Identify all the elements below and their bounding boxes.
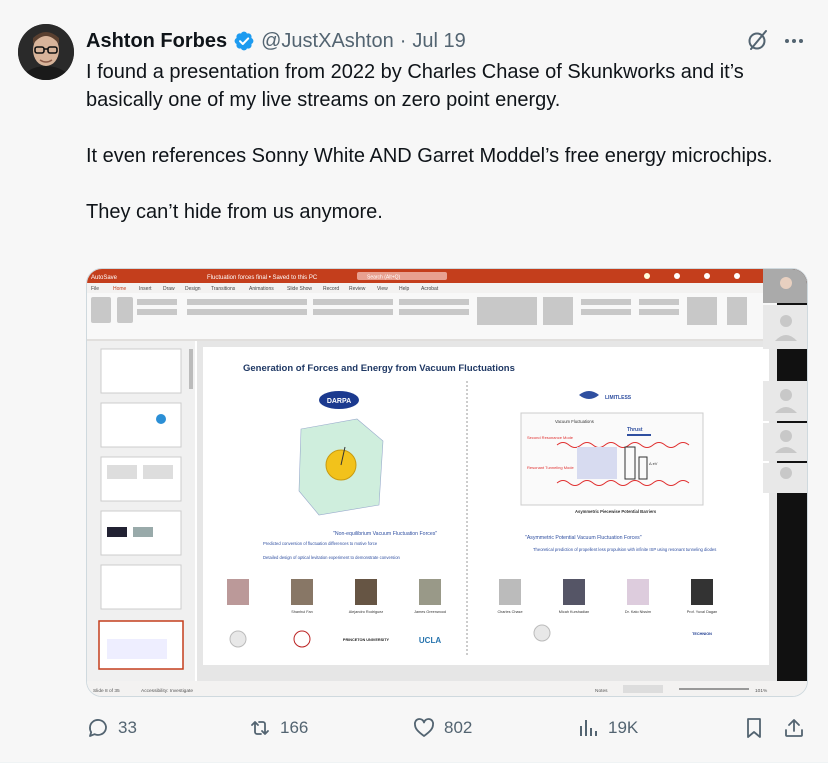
svg-text:Shanhui Fan: Shanhui Fan: [291, 610, 313, 614]
slide-title: Generation of Forces and Energy from Vac…: [243, 363, 515, 374]
diagram-label: Resonant Tunneling Mode: [527, 465, 574, 470]
more-options-icon[interactable]: [782, 30, 806, 52]
diagram-label: Thrust: [627, 427, 643, 433]
ppt-search: Search (Alt+Q): [367, 275, 401, 281]
svg-text:TECHNION: TECHNION: [692, 632, 712, 636]
svg-text:File: File: [91, 286, 99, 292]
svg-text:Micah Kurshadian: Micah Kurshadian: [559, 610, 589, 614]
left-bullet: Predicted conversion of fluctuation diff…: [263, 541, 378, 546]
svg-text:Draw: Draw: [163, 286, 175, 292]
svg-text:Acrobat: Acrobat: [421, 286, 439, 292]
darpa-logo: DARPA: [327, 398, 351, 405]
svg-text:Review: Review: [349, 286, 366, 292]
bookmark-button[interactable]: [742, 713, 766, 743]
svg-text:AutoSave: AutoSave: [91, 275, 118, 281]
verified-badge-icon[interactable]: [233, 30, 255, 52]
svg-text:UCLA: UCLA: [419, 636, 441, 645]
participant-tiles: [763, 305, 807, 493]
right-caption: "Asymmetric Potential Vacuum Fluctuation…: [525, 535, 642, 541]
diagram-label: Vacuum Fluctuations: [555, 419, 594, 424]
repost-button[interactable]: 166: [248, 713, 308, 743]
views-button[interactable]: 19K: [576, 713, 638, 743]
left-bullet: Detailed design of optical levitation ex…: [263, 555, 401, 560]
author-handle[interactable]: @JustXAshton: [261, 30, 394, 53]
powerpoint-screenshot: AutoSave Fluctuation forces final • Save…: [87, 269, 807, 696]
tweet[interactable]: Ashton Forbes @JustXAshton · Jul 19 I fo…: [0, 0, 828, 763]
tweet-media-image[interactable]: AutoSave Fluctuation forces final • Save…: [86, 268, 808, 697]
svg-text:Transitions: Transitions: [211, 286, 236, 292]
like-count: 802: [444, 718, 473, 737]
views-count: 19K: [608, 718, 639, 737]
reply-icon: [89, 719, 107, 737]
ribbon-tabs: File Home Insert Draw Design Transitions…: [91, 286, 439, 292]
limitless-logo: LIMITLESS: [605, 395, 632, 401]
repost-count: 166: [280, 718, 309, 737]
tweet-paragraph: They can’t hide from us anymore.: [86, 201, 383, 223]
slide-info: Slide 8 of 35: [93, 688, 120, 694]
svg-text:PRINCETON UNIVERSITY: PRINCETON UNIVERSITY: [343, 638, 390, 642]
diagram-label: Δ eV: [649, 461, 658, 466]
svg-text:Dr. Kato Nissim: Dr. Kato Nissim: [625, 610, 651, 614]
left-caption: "Non-equilibrium Vacuum Fluctuation Forc…: [333, 531, 437, 537]
svg-text:Slide Show: Slide Show: [287, 286, 312, 292]
zoom-level: 101%: [755, 688, 768, 694]
post-date[interactable]: Jul 19: [412, 30, 465, 53]
views-chart-icon: [580, 720, 597, 736]
right-bullet: Theoretical prediction of propellent les…: [533, 547, 716, 552]
bookmark-icon: [747, 718, 761, 738]
notes-button: Notes: [595, 688, 608, 694]
svg-text:Animations: Animations: [249, 286, 274, 292]
svg-text:James Greenwood: James Greenwood: [414, 610, 446, 614]
heart-icon: [413, 718, 435, 737]
svg-text:Prof. Yuval Dagan: Prof. Yuval Dagan: [687, 610, 718, 614]
author-name[interactable]: Ashton Forbes: [86, 30, 227, 53]
tweet-paragraph: I found a presentation from 2022 by Char…: [86, 61, 744, 111]
svg-text:Record: Record: [323, 286, 339, 292]
svg-text:Insert: Insert: [139, 286, 152, 292]
svg-text:Design: Design: [185, 286, 201, 292]
diagram-label: Second Resonance Mode: [527, 435, 574, 440]
svg-text:View: View: [377, 286, 388, 292]
reply-count: 33: [118, 718, 137, 737]
repost-icon: [251, 721, 269, 735]
grok-icon[interactable]: [746, 28, 770, 52]
diagram-label: Asymmetric Piecewise Potential Barriers: [575, 509, 657, 514]
reply-button[interactable]: 33: [86, 713, 137, 743]
svg-text:Home: Home: [113, 286, 127, 292]
ppt-file-title: Fluctuation forces final • Saved to this…: [207, 275, 318, 281]
share-button[interactable]: [782, 713, 806, 743]
tweet-text: I found a presentation from 2022 by Char…: [86, 58, 816, 226]
avatar-photo: [18, 24, 74, 80]
svg-text:Alejandro Rodriguez: Alejandro Rodriguez: [349, 610, 384, 614]
tweet-header: Ashton Forbes @JustXAshton · Jul 19: [86, 28, 466, 54]
svg-text:Charles Chase: Charles Chase: [497, 610, 522, 614]
tweet-paragraph: It even references Sonny White AND Garre…: [86, 145, 773, 167]
like-button[interactable]: 802: [412, 713, 472, 743]
svg-text:Help: Help: [399, 286, 410, 292]
separator-dot: ·: [399, 29, 407, 52]
tweet-actions: 33 166 802 19K: [86, 713, 808, 743]
share-icon: [785, 719, 803, 737]
accessibility-status: Accessibility: Investigate: [141, 688, 193, 694]
avatar[interactable]: [18, 24, 74, 80]
